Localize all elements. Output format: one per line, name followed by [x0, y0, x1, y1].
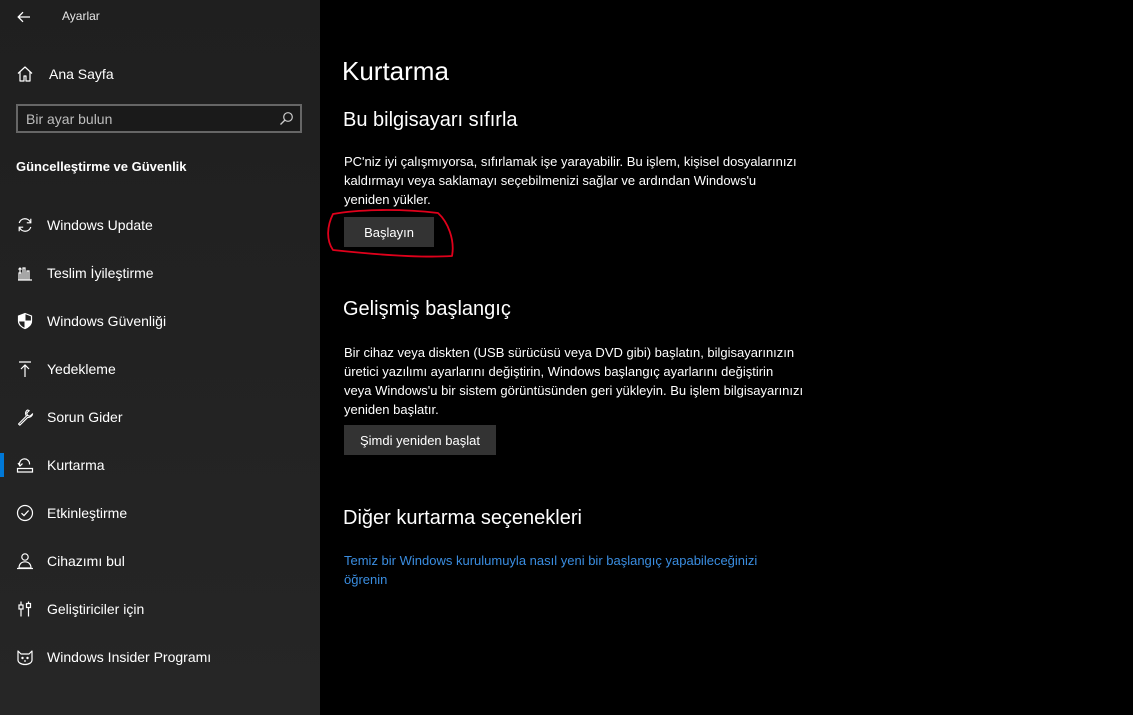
- reset-pc-description: PC'niz iyi çalışmıyorsa, sıfırlamak işe …: [344, 154, 797, 207]
- section-title: Güncelleştirme ve Güvenlik: [16, 159, 187, 174]
- search-icon[interactable]: [279, 111, 294, 126]
- person-location-icon: [16, 552, 34, 570]
- sidebar-item-label: Teslim İyileştirme: [47, 265, 154, 281]
- more-recovery-options-heading: Diğer kurtarma seçenekleri: [343, 507, 582, 529]
- sidebar-item-label: Windows Update: [47, 217, 153, 233]
- sidebar-item-backup[interactable]: Yedekleme: [0, 345, 320, 393]
- shield-icon: [16, 312, 34, 330]
- sidebar-item-recovery[interactable]: Kurtarma: [0, 441, 320, 489]
- home-icon: [16, 65, 34, 83]
- sidebar-item-troubleshoot[interactable]: Sorun Gider: [0, 393, 320, 441]
- sidebar-item-for-developers[interactable]: Geliştiriciler için: [0, 585, 320, 633]
- sidebar-item-label: Etkinleştirme: [47, 505, 128, 521]
- sidebar-item-label: Cihazımı bul: [47, 553, 125, 569]
- advanced-startup-heading: Gelişmiş başlangıç: [343, 298, 511, 320]
- wrench-icon: [16, 408, 34, 426]
- insider-cat-icon: [16, 648, 34, 666]
- checkmark-circle-icon: [16, 504, 34, 522]
- search-input[interactable]: [26, 110, 266, 128]
- clean-install-link[interactable]: Temiz bir Windows kurulumuyla nasıl yeni…: [344, 551, 804, 589]
- main-content: Kurtarma Bu bilgisayarı sıfırla PC'niz i…: [320, 0, 1133, 715]
- nav-list: Windows Update Teslim İyileştirme Window…: [0, 201, 320, 681]
- advanced-startup-description: Bir cihaz veya diskten (USB sürücüsü vey…: [344, 345, 804, 417]
- restart-now-button[interactable]: Şimdi yeniden başlat: [344, 425, 496, 455]
- get-started-button[interactable]: Başlayın: [344, 217, 434, 247]
- sidebar-item-windows-update[interactable]: Windows Update: [0, 201, 320, 249]
- refresh-icon: [16, 216, 34, 234]
- back-button[interactable]: [10, 6, 38, 28]
- app-title: Ayarlar: [62, 9, 100, 23]
- developer-tools-icon: [16, 600, 34, 618]
- search-box[interactable]: [16, 104, 302, 133]
- back-arrow-icon: [17, 11, 30, 23]
- sidebar-item-label: Sorun Gider: [47, 409, 123, 425]
- sidebar-item-label: Yedekleme: [47, 361, 116, 377]
- title-bar: Ayarlar: [0, 0, 320, 34]
- sidebar-item-label: Windows Insider Programı: [47, 649, 212, 665]
- sidebar-item-label: Geliştiriciler için: [47, 601, 145, 617]
- delivery-optimization-icon: [16, 264, 34, 282]
- page-title: Kurtarma: [342, 56, 449, 86]
- sidebar: Ayarlar Ana Sayfa Güncelleştirme ve Güve…: [0, 0, 320, 715]
- nav-home[interactable]: Ana Sayfa: [0, 58, 320, 90]
- sidebar-item-find-my-device[interactable]: Cihazımı bul: [0, 537, 320, 585]
- sidebar-item-activation[interactable]: Etkinleştirme: [0, 489, 320, 537]
- sidebar-item-label: Kurtarma: [47, 457, 105, 473]
- sidebar-item-delivery-optimization[interactable]: Teslim İyileştirme: [0, 249, 320, 297]
- sidebar-item-windows-security[interactable]: Windows Güvenliği: [0, 297, 320, 345]
- recovery-icon: [16, 456, 34, 474]
- upload-arrow-icon: [16, 360, 34, 378]
- sidebar-item-label: Windows Güvenliği: [47, 313, 167, 329]
- sidebar-item-windows-insider[interactable]: Windows Insider Programı: [0, 633, 320, 681]
- nav-home-label: Ana Sayfa: [49, 66, 114, 82]
- reset-pc-heading: Bu bilgisayarı sıfırla: [343, 109, 518, 131]
